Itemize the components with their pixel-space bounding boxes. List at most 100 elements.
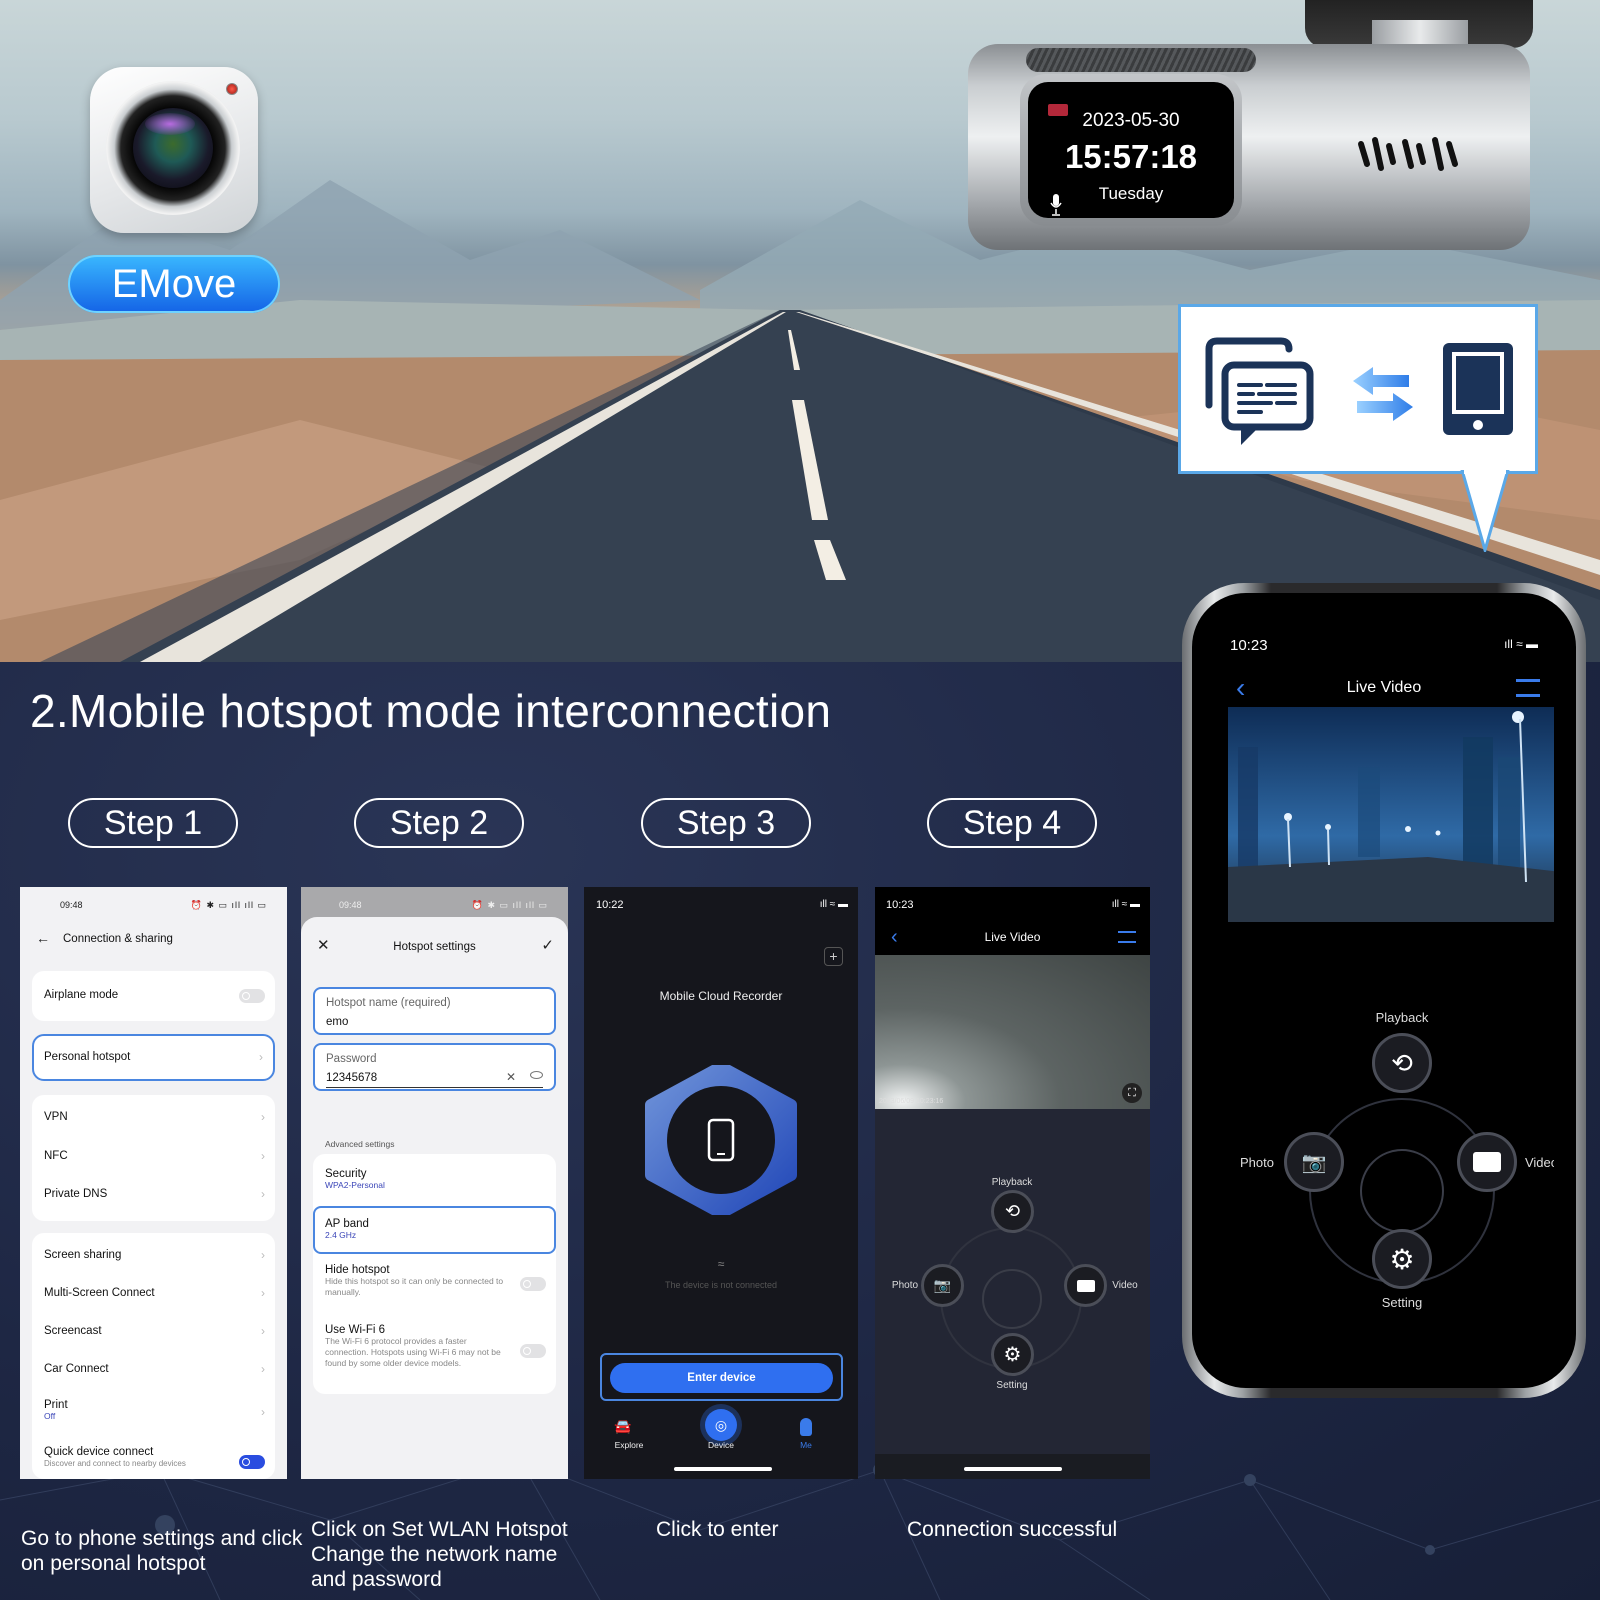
airplane-mode-label: Airplane mode [44, 989, 119, 1001]
status-time: 09:48 [60, 900, 83, 910]
home-indicator [964, 1467, 1062, 1471]
video-label: Video [1524, 1155, 1554, 1170]
add-device-icon[interactable]: + [824, 947, 843, 966]
photo-label: Photo [1240, 1155, 1274, 1170]
screen-mobile-cloud-recorder: 10:22 ıll ≈ ▬ + Mobile Cloud Recorder ≈ … [584, 887, 858, 1479]
ap-band-text: AP band 2.4 GHz [325, 1218, 369, 1240]
quick-connect-row[interactable]: Quick device connect Discover and connec… [44, 1446, 186, 1469]
chevron-right-icon: › [261, 1324, 265, 1338]
playback-icon: ⟲ [1391, 1047, 1413, 1078]
setting-button[interactable]: ⚙ [1372, 1229, 1432, 1289]
playback-button[interactable]: ⟲ [991, 1190, 1034, 1233]
hotspot-name-field[interactable]: Hotspot name (required) emo [313, 987, 556, 1035]
car-connect-row[interactable]: Car Connect [44, 1363, 109, 1375]
dashcam-time: 15:57:18 [1064, 138, 1198, 175]
video-button[interactable] [1064, 1264, 1107, 1307]
screen-title: Live Video [1346, 679, 1422, 696]
tab-explore[interactable]: Explore [604, 1440, 654, 1450]
center-ring [982, 1269, 1042, 1329]
live-video-feed[interactable]: 2023/06/09 10:23:16 ⛶ [875, 955, 1150, 1109]
step-3-pill: Step 3 [641, 798, 811, 848]
device-tab-icon[interactable]: ◎ [705, 1409, 737, 1441]
dashcam-screen: 2023-05-30 15:57:18 Tuesday [1028, 82, 1234, 218]
dashcam-device: 2023-05-30 15:57:18 Tuesday [968, 44, 1530, 250]
status-time: 10:23 [886, 899, 914, 911]
video-timestamp: 2023/06/09 10:23:16 [879, 1098, 944, 1105]
device-hexagon-graphic [645, 1065, 797, 1215]
wifi6-desc: The Wi-Fi 6 protocol provides a faster c… [325, 1336, 501, 1368]
personal-hotspot-row[interactable]: Personal hotspot › [32, 1034, 275, 1081]
step-2-pill: Step 2 [354, 798, 524, 848]
wifi6-toggle[interactable] [520, 1344, 546, 1358]
playback-icon: ⟲ [1004, 1201, 1021, 1221]
step-2-caption: Click on Set WLAN Hotspot Change the net… [311, 1518, 568, 1591]
dashcam-date: 2023-05-30 [1082, 110, 1180, 131]
multi-screen-row[interactable]: Multi-Screen Connect [44, 1287, 155, 1299]
security-row[interactable]: Security WPA2-Personal [325, 1168, 385, 1190]
clear-icon[interactable]: ✕ [506, 1070, 516, 1084]
setting-label: Setting [996, 1380, 1028, 1391]
input-underline [326, 1087, 543, 1088]
chat-icon [1205, 337, 1314, 445]
app-name-badge: EMove [68, 255, 280, 313]
hide-hotspot-label: Hide hotspot [325, 1264, 390, 1276]
enter-device-button[interactable]: Enter device [610, 1363, 833, 1393]
advanced-settings-heading: Advanced settings [325, 1139, 395, 1149]
photo-label: Photo [891, 1280, 919, 1291]
screencast-row[interactable]: Screencast [44, 1325, 102, 1337]
nfc-row[interactable]: NFC [44, 1150, 68, 1162]
confirm-check-icon[interactable]: ✓ [541, 936, 554, 954]
video-camera-icon [1473, 1152, 1501, 1172]
quick-connect-toggle[interactable] [239, 1455, 265, 1469]
phone-bezel: 10:23 ıll ≈ ▬ ‹ Live Video Playback ⟲ Ph… [1192, 593, 1576, 1388]
chevron-right-icon: › [261, 1248, 265, 1262]
bubble-pointer [1460, 470, 1510, 552]
airplane-mode-row[interactable]: Airplane mode [32, 971, 275, 1021]
photo-button[interactable]: 📷 [1284, 1132, 1344, 1192]
tab-me[interactable]: Me [781, 1440, 831, 1450]
night-street-video-feed[interactable] [1228, 707, 1554, 922]
nav-bar [875, 887, 1150, 955]
vpn-row[interactable]: VPN [44, 1111, 68, 1123]
status-time: 09:48 [339, 900, 362, 910]
settings-sheet: ✕ Hotspot settings ✓ Hotspot name (requi… [301, 917, 568, 1479]
menu-icon[interactable] [1516, 679, 1540, 697]
screen-sharing-row[interactable]: Screen sharing [44, 1249, 121, 1261]
playback-label: Playback [1375, 1010, 1429, 1025]
chevron-right-icon: › [261, 1187, 265, 1201]
ap-band-row[interactable]: AP band 2.4 GHz [313, 1206, 556, 1254]
status-icons: ıll ≈ ▬ [1111, 899, 1140, 910]
fullscreen-icon[interactable]: ⛶ [1122, 1083, 1142, 1103]
playback-label: Playback [991, 1177, 1033, 1188]
tab-device[interactable]: Device [696, 1440, 746, 1450]
password-field[interactable]: Password 12345678 ✕ [313, 1043, 556, 1091]
chevron-right-icon: › [261, 1286, 265, 1300]
show-password-eye-icon[interactable] [530, 1071, 543, 1079]
hero-road-scene: EMove 2023-05-30 15:57:18 Tuesday [0, 0, 1600, 662]
product-infographic: EMove 2023-05-30 15:57:18 Tuesday 2.Mobi… [0, 0, 1600, 1600]
chevron-right-icon: › [259, 1050, 263, 1064]
back-arrow-icon[interactable]: ← [36, 930, 50, 946]
photo-button[interactable]: 📷 [921, 1264, 964, 1307]
print-row[interactable]: Print Off [44, 1399, 68, 1421]
microphone-icon [1050, 194, 1062, 216]
hotspot-name-value: emo [326, 1016, 349, 1028]
step-3-caption: Click to enter [656, 1518, 779, 1541]
private-dns-row[interactable]: Private DNS [44, 1188, 107, 1200]
hide-hotspot-row: Hide hotspot Hide this hotspot so it can… [325, 1264, 505, 1298]
video-button[interactable] [1457, 1132, 1517, 1192]
status-time: 10:23 [1230, 637, 1268, 654]
setting-button[interactable]: ⚙ [991, 1333, 1034, 1376]
lens-glint [145, 113, 195, 135]
wifi-icon: ≈ [717, 1257, 725, 1271]
ap-band-label: AP band [325, 1218, 369, 1230]
airplane-mode-toggle[interactable] [239, 989, 265, 1003]
hide-hotspot-toggle[interactable] [520, 1277, 546, 1291]
step-1-pill: Step 1 [68, 798, 238, 848]
password-label: Password [326, 1053, 377, 1065]
screen-connection-sharing: 09:48 ⏰ ✱ ▭ ıll ıll ▭ ← Connection & sha… [20, 887, 287, 1479]
menu-icon[interactable] [1118, 931, 1136, 943]
playback-button[interactable]: ⟲ [1372, 1033, 1432, 1093]
status-time: 10:22 [596, 899, 624, 911]
enter-device-highlight: Enter device [600, 1353, 843, 1401]
